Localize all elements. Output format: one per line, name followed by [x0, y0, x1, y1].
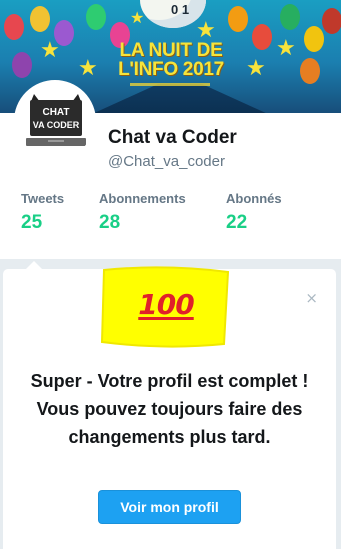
close-icon[interactable]: × — [305, 289, 318, 307]
logo-line1: CHAT — [42, 107, 69, 118]
hundred-points-icon: 100 — [138, 288, 194, 321]
balloon-decoration — [228, 6, 248, 32]
star-icon: ★ — [40, 38, 60, 63]
stat-following-value: 28 — [99, 212, 121, 233]
profile-card: 0 1 ★ ★ ★ ★ ★ ★ LA NUIT DE L'INFO 2017 C… — [0, 0, 341, 259]
cat-laptop-logo: CHAT VA CODER — [26, 94, 86, 146]
banner-subline — [130, 83, 210, 86]
banner-title-line2: L'INFO 2017 — [118, 59, 224, 80]
stat-followers[interactable]: Abonnés 22 — [226, 191, 282, 234]
profile-complete-message: Super - Votre profil est complet ! Vous … — [30, 371, 309, 447]
balloon-decoration — [4, 14, 24, 40]
balloon-decoration — [322, 8, 341, 34]
stat-tweets-label: Tweets — [21, 191, 65, 206]
stat-tweets[interactable]: Tweets 25 — [21, 191, 64, 234]
road-graphic — [70, 84, 290, 113]
profile-complete-card: × 100 Super - Votre profil est complet !… — [3, 261, 336, 549]
avatar[interactable]: CHAT VA CODER — [14, 80, 96, 162]
balloon-decoration — [252, 24, 272, 50]
moon-text: 0 1 — [171, 2, 190, 17]
star-icon: ★ — [276, 36, 296, 61]
profile-handle[interactable]: @Chat_va_coder — [108, 153, 225, 170]
star-icon: ★ — [246, 56, 266, 81]
balloon-decoration — [30, 6, 50, 32]
view-profile-button[interactable]: Voir mon profil — [98, 490, 241, 524]
star-icon: ★ — [196, 18, 216, 43]
balloon-decoration — [12, 52, 32, 78]
balloon-decoration — [280, 4, 300, 30]
stat-followers-value: 22 — [226, 212, 248, 233]
star-icon: ★ — [78, 56, 98, 81]
star-icon: ★ — [130, 8, 145, 27]
banner-title-line1: LA NUIT DE — [119, 40, 223, 61]
stat-following-label: Abonnements — [99, 191, 186, 206]
balloon-decoration — [86, 4, 106, 30]
hundred-points-emoji: 100 — [100, 266, 232, 348]
balloon-decoration — [300, 58, 320, 84]
stat-tweets-value: 25 — [21, 212, 43, 233]
stat-followers-label: Abonnés — [226, 191, 282, 206]
card-notch — [25, 261, 43, 270]
logo-line2: VA CODER — [33, 120, 80, 130]
banner-title: LA NUIT DE L'INFO 2017 — [116, 41, 226, 79]
balloon-decoration — [304, 26, 324, 52]
stat-following[interactable]: Abonnements 28 — [99, 191, 186, 234]
profile-display-name[interactable]: Chat va Coder — [108, 127, 237, 149]
